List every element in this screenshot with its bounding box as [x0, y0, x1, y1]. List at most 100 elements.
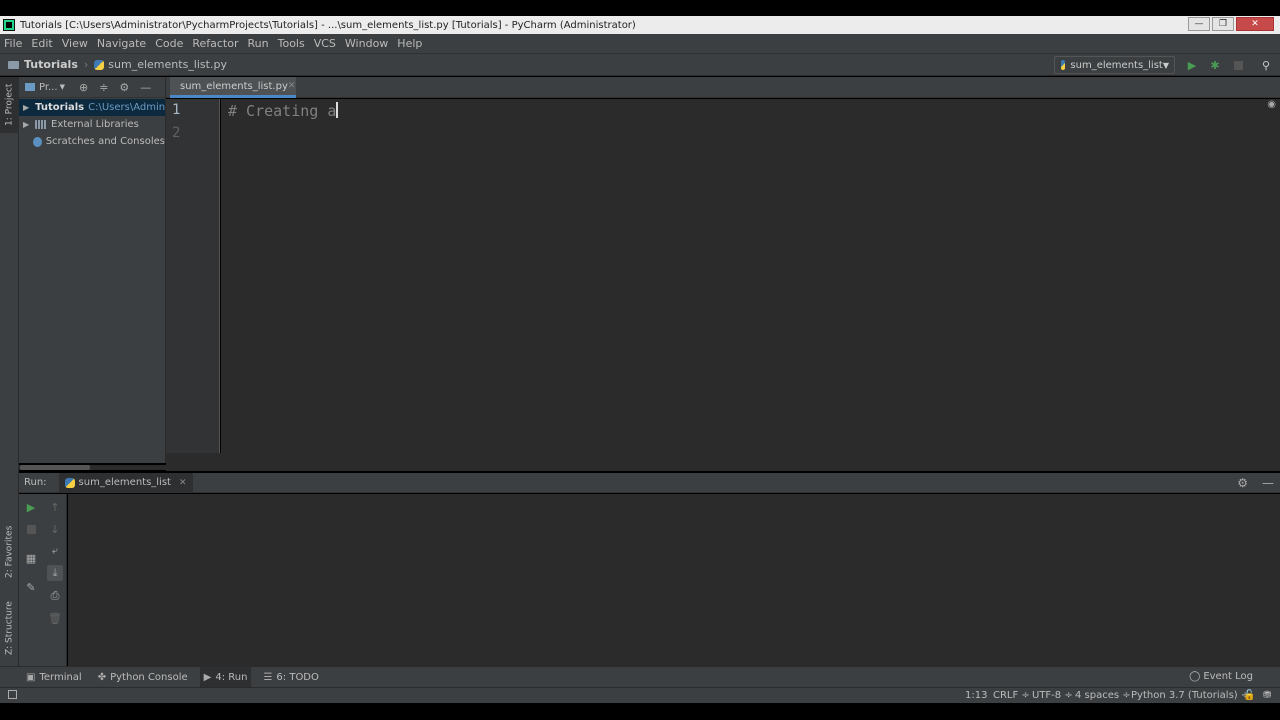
event-log-tab[interactable]: ◯ Event Log [1189, 671, 1253, 682]
maximize-button[interactable]: ❐ [1212, 17, 1234, 31]
menu-refactor[interactable]: Refactor [192, 37, 238, 50]
bottom-tool-tabs: ▣ Terminal ✤ Python Console ▶ 4: Run ☰ 6… [0, 666, 1280, 687]
minimize-button[interactable]: — [1188, 17, 1210, 31]
toggle-tool-windows-icon[interactable] [8, 690, 17, 699]
hide-panel-icon[interactable]: — [1262, 476, 1274, 490]
menu-file[interactable]: File [4, 37, 22, 50]
breadcrumb-project[interactable]: Tutorials [8, 58, 78, 71]
locate-file-icon[interactable]: ⊕ [79, 81, 88, 94]
pycharm-app-icon [3, 19, 15, 31]
python-console-icon: ✤ [97, 671, 107, 683]
stop-button[interactable] [1231, 58, 1245, 72]
menu-code[interactable]: Code [155, 37, 183, 50]
python-file-icon [94, 59, 105, 70]
project-view-selector[interactable]: Pr... [39, 82, 58, 93]
menu-help[interactable]: Help [397, 37, 422, 50]
arrow-down-icon[interactable]: ↓ [47, 521, 63, 537]
tree-item-tutorials[interactable]: ▶ Tutorials C:\Users\Admin [19, 99, 165, 116]
project-panel: Pr... ▼ ⊕ ≑ ⚙ — ▶ Tutorials C:\Users\Adm… [19, 77, 166, 463]
collapse-all-icon[interactable]: ≑ [99, 81, 108, 94]
print-icon[interactable]: ⎙ [47, 588, 63, 604]
structure-tool-tab[interactable]: Z: Structure [0, 595, 19, 661]
stop-icon[interactable] [23, 521, 39, 537]
favorites-tool-tab[interactable]: 2: Favorites [0, 517, 19, 587]
menu-view[interactable]: View [62, 37, 88, 50]
encoding-selector[interactable]: UTF-8 ÷ [1032, 690, 1073, 701]
code-editor[interactable]: # Creating a ◉ [221, 99, 1280, 453]
window-titlebar: Tutorials [C:\Users\Administrator\Pychar… [0, 16, 1280, 34]
project-panel-header: Pr... ▼ ⊕ ≑ ⚙ — [19, 77, 165, 98]
arrow-up-icon[interactable]: ↑ [47, 499, 63, 515]
python-file-icon [64, 477, 75, 488]
project-view-icon [25, 83, 35, 91]
event-log-icon: ◯ [1189, 671, 1201, 682]
hide-panel-icon[interactable]: — [140, 81, 151, 94]
chevron-down-icon: ▼ [59, 83, 65, 91]
breadcrumb-file[interactable]: sum_elements_list.py [94, 58, 227, 71]
line-separator-selector[interactable]: CRLF ÷ [993, 690, 1030, 701]
menu-navigate[interactable]: Navigate [97, 37, 146, 50]
run-icon: ▶ [203, 671, 212, 683]
run-console-output[interactable] [68, 494, 1280, 666]
run-button[interactable]: ▶ [1185, 58, 1199, 72]
line-number: 2 [172, 125, 181, 141]
interpreter-selector[interactable]: Python 3.7 (Tutorials) ÷ [1131, 690, 1249, 701]
run-panel-label: Run: [24, 477, 47, 488]
library-icon [35, 120, 47, 129]
trash-icon[interactable]: 🗑 [47, 610, 63, 626]
expand-arrow-icon: ▶ [23, 120, 30, 129]
code-line-1: # Creating a [228, 102, 339, 120]
breadcrumb-separator: › [83, 58, 89, 71]
project-tool-tab[interactable]: 1: Project [0, 77, 19, 133]
terminal-tab[interactable]: ▣ Terminal [22, 667, 86, 687]
tree-item-scratches[interactable]: Scratches and Consoles [19, 133, 165, 150]
todo-list-icon: ☰ [263, 671, 273, 683]
lock-icon[interactable]: 🔓 [1243, 690, 1255, 701]
scratches-icon [33, 136, 42, 147]
memory-indicator-icon[interactable]: ⛃ [1263, 690, 1271, 701]
menu-window[interactable]: Window [345, 37, 388, 50]
chevron-down-icon: ▼ [1162, 60, 1169, 70]
close-button[interactable]: ✕ [1236, 17, 1274, 31]
terminal-icon: ▣ [26, 671, 36, 683]
run-panel-header: Run: sum_elements_list ✕ ⚙ — [19, 472, 1280, 493]
menu-vcs[interactable]: VCS [314, 37, 336, 50]
gear-icon[interactable]: ⚙ [119, 81, 129, 94]
scroll-to-end-icon[interactable]: ⤓ [47, 565, 63, 581]
python-console-tab[interactable]: ✤ Python Console [94, 667, 192, 687]
tree-item-external-libraries[interactable]: ▶ External Libraries [19, 116, 165, 133]
editor-bottom-area [166, 453, 1280, 471]
run-tab-sum-elements-list[interactable]: sum_elements_list ✕ [58, 472, 193, 493]
text-caret [336, 102, 339, 118]
eye-icon[interactable]: ◉ [1267, 99, 1276, 110]
window-title: Tutorials [C:\Users\Administrator\Pychar… [20, 19, 636, 31]
menu-tools[interactable]: Tools [278, 37, 305, 50]
close-tab-icon[interactable]: ✕ [288, 81, 296, 91]
soft-wrap-icon[interactable]: ⤶ [47, 543, 63, 559]
project-horizontal-scrollbar[interactable] [19, 465, 166, 470]
folder-icon [8, 60, 19, 69]
gear-icon[interactable]: ⚙ [1237, 476, 1248, 490]
left-tool-strip: 1: Project 2: Favorites Z: Structure [0, 77, 19, 666]
indent-selector[interactable]: 4 spaces ÷ [1075, 690, 1131, 701]
pin-icon[interactable]: ✎ [23, 579, 39, 595]
todo-tab[interactable]: ☰ 6: TODO [259, 667, 322, 687]
caret-position[interactable]: 1:13 [965, 690, 987, 701]
rerun-icon[interactable]: ▶ [23, 499, 39, 515]
editor-gutter: 1 2 [166, 99, 220, 453]
bottom-letterbox [0, 703, 1280, 720]
run-configuration-select[interactable]: sum_elements_list ▼ [1054, 56, 1175, 74]
layout-icon[interactable]: ▦ [23, 550, 39, 566]
close-tab-icon[interactable]: ✕ [179, 478, 187, 488]
menu-bar: File Edit View Navigate Code Refactor Ru… [0, 34, 1280, 53]
expand-arrow-icon: ▶ [23, 103, 30, 112]
debug-button[interactable]: ✱ [1208, 58, 1222, 72]
menu-edit[interactable]: Edit [31, 37, 52, 50]
search-everywhere-icon[interactable]: ⚲ [1259, 58, 1273, 72]
navigation-bar: Tutorials › sum_elements_list.py sum_ele… [0, 53, 1280, 76]
top-letterbox [0, 0, 1280, 16]
status-bar: 1:13 CRLF ÷ UTF-8 ÷ 4 spaces ÷ Python 3.… [0, 687, 1280, 703]
editor-tab-sum-elements-list[interactable]: sum_elements_list.py ✕ [170, 77, 296, 98]
run-tool-tab[interactable]: ▶ 4: Run [199, 667, 252, 687]
menu-run[interactable]: Run [248, 37, 269, 50]
